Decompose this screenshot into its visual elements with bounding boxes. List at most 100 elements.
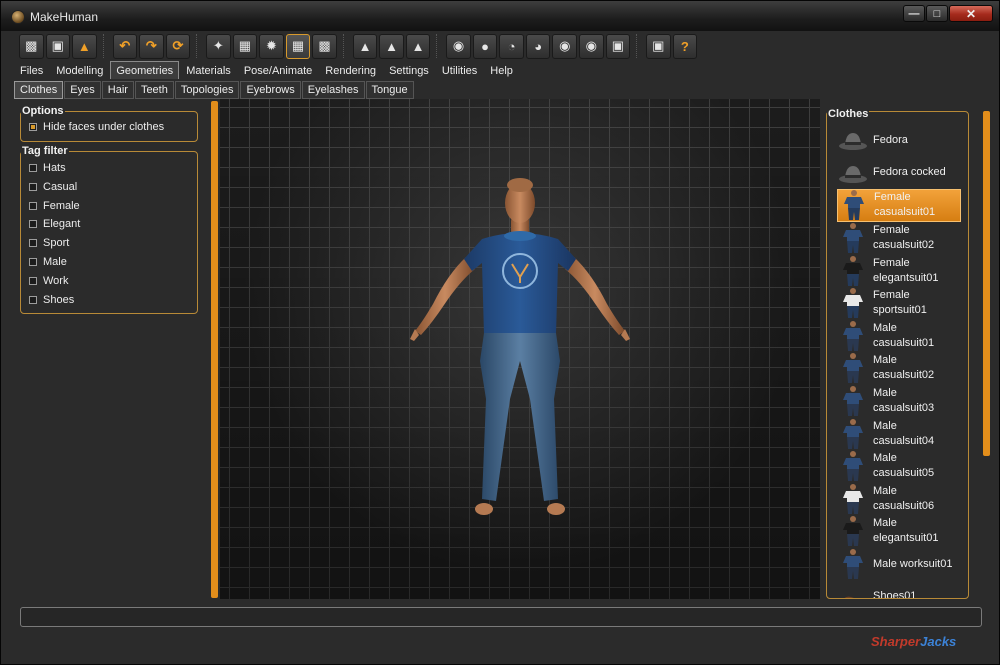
subtab-teeth[interactable]: Teeth xyxy=(134,81,174,99)
tag-male-checkbox[interactable] xyxy=(29,258,37,266)
wireframe-icon: ▦ xyxy=(238,38,252,53)
smooth-button[interactable]: ✦ xyxy=(206,33,231,59)
save-button[interactable]: ▣ xyxy=(45,33,71,59)
left-panel-scrollbar[interactable] xyxy=(211,101,218,598)
export-button[interactable]: ▲ xyxy=(72,33,97,59)
sub-tabs: Clothes Eyes Hair Teeth Topologies Eyebrows Ey… xyxy=(14,81,415,99)
toolbar-separator xyxy=(636,34,642,58)
clothes-item[interactable]: Shoes01 xyxy=(837,580,961,598)
help-button[interactable]: ? xyxy=(672,33,698,59)
subtab-eyelashes[interactable]: Eyelashes xyxy=(301,81,365,99)
tag-elegant-checkbox[interactable] xyxy=(29,220,37,229)
redo-button[interactable]: ↷ xyxy=(139,33,164,59)
tab-modelling[interactable]: Modelling xyxy=(50,61,109,79)
tab-pose-animate[interactable]: Pose/Animate xyxy=(238,61,318,79)
clothes-item[interactable]: Female casualsuit01 xyxy=(837,189,961,222)
male-casualsuit03-icon xyxy=(837,385,869,417)
subtab-clothes[interactable]: Clothes xyxy=(14,81,64,99)
makehuman-logo-icon xyxy=(11,10,25,24)
tag-male-row[interactable]: Male xyxy=(29,256,67,268)
clothes-item-label: Male casualsuit06 xyxy=(873,484,935,512)
hide-faces-checkbox-row[interactable]: Hide faces under clothes xyxy=(29,121,164,133)
clothes-item[interactable]: Fedora xyxy=(837,124,961,157)
head-left-button[interactable]: ◔ xyxy=(499,33,524,59)
subtab-tongue[interactable]: Tongue xyxy=(365,81,414,99)
title-bar[interactable]: MakeHuman — □ ✕ xyxy=(1,1,999,31)
subtab-hair[interactable]: Hair xyxy=(101,81,134,99)
tab-files[interactable]: Files xyxy=(14,61,49,79)
clothes-item[interactable]: Fedora cocked xyxy=(837,157,961,190)
tab-materials[interactable]: Materials xyxy=(180,61,237,79)
side-view-button[interactable]: ▲ xyxy=(379,33,404,59)
tab-settings[interactable]: Settings xyxy=(383,61,435,79)
tab-help[interactable]: Help xyxy=(484,61,519,79)
reset-camera-button[interactable]: ▣ xyxy=(605,33,631,59)
right-panel-scrollbar[interactable] xyxy=(983,111,990,456)
file-button[interactable]: ▩ xyxy=(19,33,44,59)
tag-casual-checkbox[interactable] xyxy=(29,182,37,191)
tag-work-row[interactable]: Work xyxy=(29,275,68,287)
maximize-button[interactable]: □ xyxy=(926,5,948,22)
clothes-item[interactable]: Male casualsuit06 xyxy=(837,483,961,516)
head-bottom-button[interactable]: ◉ xyxy=(579,33,604,59)
tab-geometries[interactable]: Geometries xyxy=(110,61,180,79)
tag-female-row[interactable]: Female xyxy=(29,200,80,212)
tag-hats-row[interactable]: Hats xyxy=(29,162,66,174)
subtab-eyes[interactable]: Eyes xyxy=(64,81,101,99)
clothes-item[interactable]: Female elegantsuit01 xyxy=(837,254,961,287)
status-field[interactable] xyxy=(20,607,982,627)
pose-button[interactable]: ✹ xyxy=(259,33,284,59)
head-front-button[interactable]: ◉ xyxy=(446,33,471,59)
hide-faces-checkbox[interactable] xyxy=(29,123,37,131)
tag-shoes-checkbox[interactable] xyxy=(29,295,37,304)
tag-female-checkbox[interactable] xyxy=(29,201,37,210)
watermark: SharperJacks xyxy=(871,634,956,649)
clothes-item[interactable]: Male casualsuit04 xyxy=(837,417,961,450)
head-back-button[interactable]: ● xyxy=(472,33,498,59)
tab-utilities[interactable]: Utilities xyxy=(436,61,483,79)
clothes-group: Fedora Fedora cocked Female casualsuit01 Fe… xyxy=(826,111,969,599)
3d-viewport[interactable] xyxy=(220,99,820,599)
top-view-button[interactable]: ▲ xyxy=(405,33,431,59)
head-top-button[interactable]: ◉ xyxy=(552,33,578,59)
checker-button[interactable]: ▩ xyxy=(312,33,337,59)
tag-sport-row[interactable]: Sport xyxy=(29,237,69,249)
undo-button[interactable]: ↶ xyxy=(112,33,138,59)
minimize-button[interactable]: — xyxy=(903,5,925,22)
reset-button[interactable]: ⟳ xyxy=(165,33,191,59)
head-top-icon: ◉ xyxy=(559,38,571,53)
front-view-button[interactable]: ▲ xyxy=(352,33,378,59)
screenshot-button[interactable]: ▣ xyxy=(646,33,671,59)
clothes-item[interactable]: Male casualsuit02 xyxy=(837,352,961,385)
clothes-item[interactable]: Male elegantsuit01 xyxy=(837,515,961,548)
close-icon: ✕ xyxy=(965,6,977,21)
tag-label: Female xyxy=(43,199,80,212)
clothes-item[interactable]: Female sportsuit01 xyxy=(837,287,961,320)
male-casualsuit04-icon xyxy=(837,418,869,450)
smooth-icon: ✦ xyxy=(212,38,224,53)
tag-label: Hats xyxy=(43,162,66,174)
tab-rendering[interactable]: Rendering xyxy=(319,61,382,79)
clothes-item[interactable]: Male casualsuit03 xyxy=(837,385,961,418)
clothes-item[interactable]: Male casualsuit05 xyxy=(837,450,961,483)
help-icon: ? xyxy=(680,38,689,54)
tag-sport-checkbox[interactable] xyxy=(29,239,37,248)
window-title: MakeHuman xyxy=(30,10,99,24)
head-right-button[interactable]: ◕ xyxy=(525,33,551,59)
clothes-item[interactable]: Male worksuit01 xyxy=(837,548,961,581)
shirt-collar xyxy=(504,231,536,241)
close-button[interactable]: ✕ xyxy=(949,5,993,22)
tag-shoes-row[interactable]: Shoes xyxy=(29,294,74,306)
export-icon: ▲ xyxy=(77,38,91,54)
subtab-topologies[interactable]: Topologies xyxy=(174,81,240,99)
clothes-item[interactable]: Male casualsuit01 xyxy=(837,320,961,353)
tag-work-checkbox[interactable] xyxy=(29,276,37,285)
tag-hats-checkbox[interactable] xyxy=(29,164,37,172)
clothes-item[interactable]: Female casualsuit02 xyxy=(837,222,961,255)
tag-casual-row[interactable]: Casual xyxy=(29,181,77,193)
subtab-eyebrows[interactable]: Eyebrows xyxy=(240,81,301,99)
grid-button[interactable]: ▦ xyxy=(285,33,311,59)
male-casualsuit02-icon xyxy=(837,352,869,384)
wireframe-button[interactable]: ▦ xyxy=(232,33,258,59)
tag-elegant-row[interactable]: Elegant xyxy=(29,218,80,230)
